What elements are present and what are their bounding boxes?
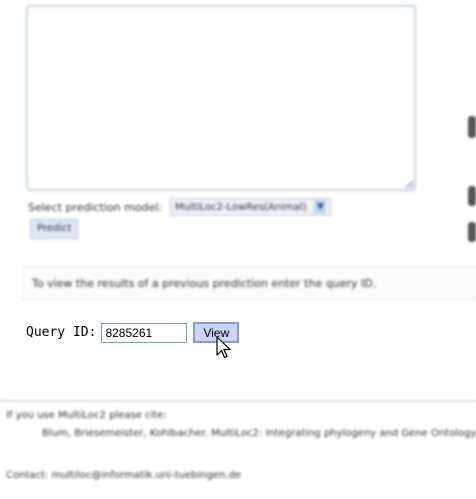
- chevron-down-icon[interactable]: ▼: [314, 200, 327, 214]
- citation-text: Blum, Briesemeister, Kohlbacher. MultiLo…: [42, 428, 476, 439]
- query-id-label: Query ID:: [26, 325, 97, 340]
- contact-text[interactable]: Contact: multiloc@informatik.uni-tuebing…: [6, 470, 241, 481]
- query-id-input[interactable]: [101, 322, 188, 343]
- citation-note: If you use MultiLoc2 please cite:: [6, 410, 167, 421]
- prediction-model-select[interactable]: MultiLoc2-LowRes(Animal) ▼: [170, 198, 332, 216]
- info-text: To view the results of a previous predic…: [32, 277, 377, 290]
- info-box: To view the results of a previous predic…: [22, 266, 476, 300]
- cut-off-text-fragment: [468, 222, 476, 242]
- cut-off-text-fragment: [468, 186, 476, 206]
- predict-button[interactable]: Predict: [30, 219, 79, 239]
- prediction-model-selected: MultiLoc2-LowRes(Animal): [175, 201, 307, 213]
- cut-off-text-fragment: [468, 116, 476, 138]
- prediction-model-label: Select prediction model:: [28, 200, 163, 214]
- page: Select prediction model: MultiLoc2-LowRe…: [0, 0, 476, 499]
- footer-divider: [0, 400, 476, 402]
- query-id-row: Query ID: View: [26, 322, 240, 343]
- prediction-model-row: Select prediction model: MultiLoc2-LowRe…: [28, 198, 332, 216]
- sequence-textarea[interactable]: [26, 5, 416, 191]
- mouse-cursor-icon: [216, 336, 231, 359]
